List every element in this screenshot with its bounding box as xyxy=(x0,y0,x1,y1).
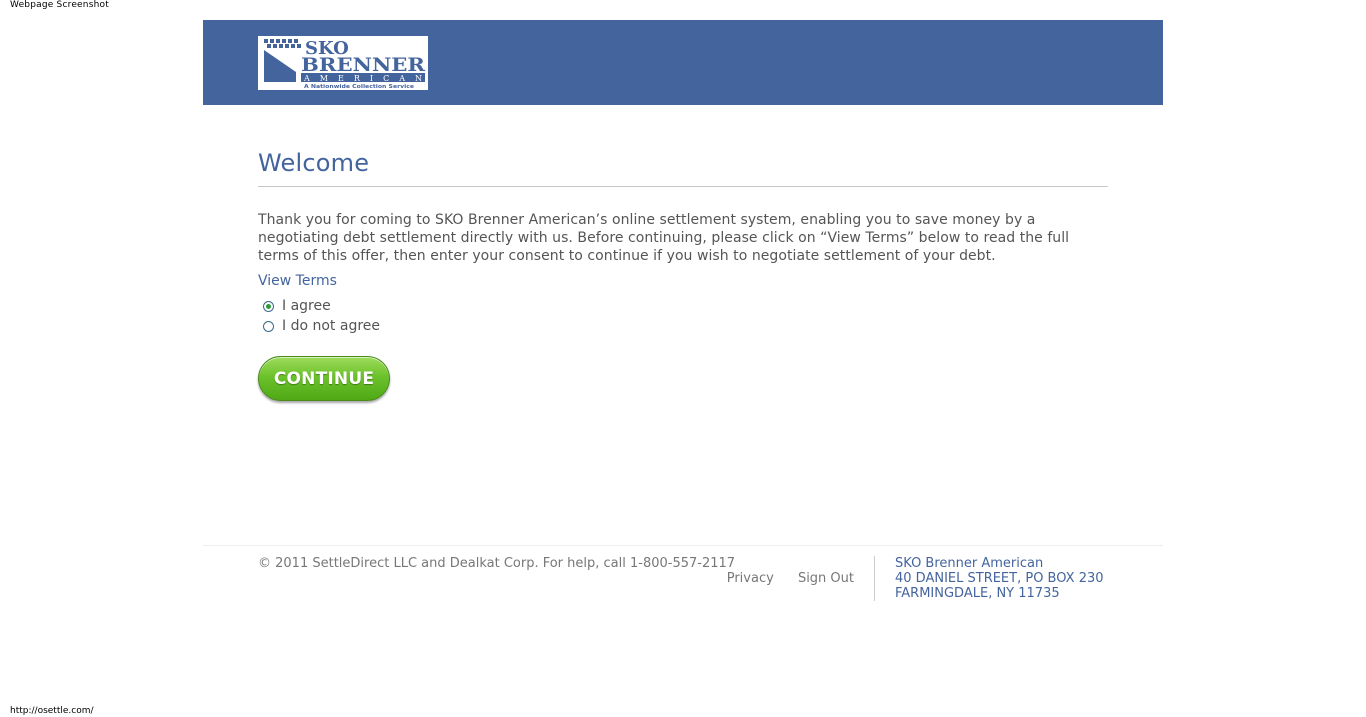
disagree-radio[interactable] xyxy=(263,320,274,332)
footer-divider-line xyxy=(203,545,1163,546)
intro-text: Thank you for coming to SKO Brenner Amer… xyxy=(258,212,1070,264)
logo-tagline: A Nationwide Collection Service xyxy=(304,84,415,90)
logo-line2: BRENNER xyxy=(301,54,425,76)
sign-out-link[interactable]: Sign Out xyxy=(798,571,854,586)
company-address: SKO Brenner American 40 DANIEL STREET, P… xyxy=(895,556,1104,601)
screenshot-label: Webpage Screenshot xyxy=(10,0,109,10)
address-street: 40 DANIEL STREET, PO BOX 230 xyxy=(895,571,1104,586)
company-logo[interactable]: SKO BRENNER AMERICAN A Nationwide Collec… xyxy=(258,36,428,90)
url-label: http://osettle.com/ xyxy=(10,706,94,716)
option-disagree[interactable]: I do not agree xyxy=(258,316,1108,336)
agree-radio[interactable] xyxy=(263,300,274,312)
disagree-label[interactable]: I do not agree xyxy=(282,318,380,334)
footer-links: Privacy Sign Out xyxy=(258,571,854,587)
logo-graphic: SKO BRENNER AMERICAN A Nationwide Collec… xyxy=(258,36,428,90)
view-terms-link[interactable]: View Terms xyxy=(258,272,337,290)
continue-button[interactable]: CONTINUE xyxy=(258,356,390,401)
header-banner: SKO BRENNER AMERICAN A Nationwide Collec… xyxy=(203,20,1163,105)
address-city: FARMINGDALE, NY 11735 xyxy=(895,586,1060,601)
privacy-link[interactable]: Privacy xyxy=(727,571,774,586)
footer-left: © 2011 SettleDirect LLC and Dealkat Corp… xyxy=(258,556,854,587)
address-company: SKO Brenner American xyxy=(895,556,1044,571)
consent-options: I agree I do not agree xyxy=(258,296,1108,336)
main-content: Welcome Thank you for coming to SKO Bren… xyxy=(258,140,1108,401)
option-agree[interactable]: I agree xyxy=(258,296,1108,316)
title-divider xyxy=(258,186,1108,187)
page-title: Welcome xyxy=(258,149,370,177)
agree-label[interactable]: I agree xyxy=(282,298,331,314)
copyright-text: © 2011 SettleDirect LLC and Dealkat Corp… xyxy=(258,556,736,571)
footer-vertical-divider xyxy=(874,556,875,601)
